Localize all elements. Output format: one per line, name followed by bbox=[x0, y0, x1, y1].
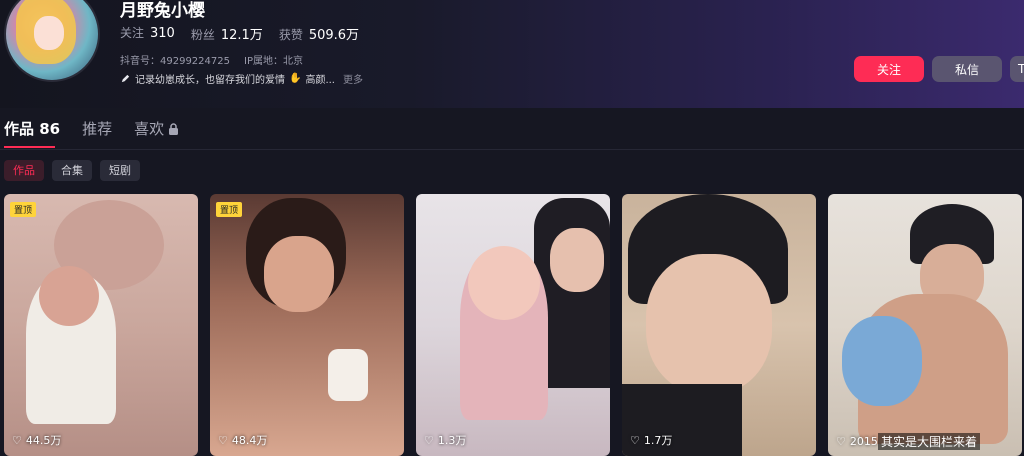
tab-recommend[interactable]: 推荐 bbox=[82, 118, 112, 139]
video-likes: ♡ 44.5万 bbox=[12, 433, 62, 448]
heart-icon: ♡ bbox=[630, 433, 640, 447]
tab-works[interactable]: 作品 86 bbox=[4, 118, 60, 139]
tab-active-underline bbox=[4, 146, 55, 148]
video-likes: ♡ 48.4万 bbox=[218, 433, 268, 448]
heart-hands-icon: ✋ bbox=[289, 73, 302, 84]
thumbnail-man-face bbox=[550, 228, 604, 292]
thumbnail-face bbox=[646, 254, 772, 394]
profile-bio: 记录幼崽成长，也留存我们的爱情 ✋ 高颜... 更多 bbox=[120, 71, 363, 86]
filter-works[interactable]: 作品 bbox=[4, 160, 44, 181]
heart-icon: ♡ bbox=[836, 435, 846, 448]
thumbnail-baby bbox=[842, 316, 922, 406]
bio-text: 记录幼崽成长，也留存我们的爱情 bbox=[135, 75, 285, 86]
thumbnail-person-face bbox=[264, 236, 334, 312]
thumbnail-bottle bbox=[328, 349, 368, 401]
filter-chips: 作品 合集 短剧 bbox=[4, 160, 140, 181]
video-likes: ♡ 1.3万 bbox=[424, 433, 467, 448]
thumbnail-baby-head bbox=[39, 266, 99, 326]
follow-button[interactable]: 关注 bbox=[854, 56, 924, 82]
video-likes: ♡ 2015 bbox=[836, 435, 878, 448]
message-button[interactable]: 私信 bbox=[932, 56, 1002, 82]
douyin-id: 抖音号：49299224725 bbox=[120, 56, 230, 67]
stat-likes: 获赞 509.6万 bbox=[278, 28, 360, 43]
profile-stats: 关注 310 粉丝 12.1万 获赞 509.6万 bbox=[120, 24, 359, 43]
video-likes: ♡ 1.7万 bbox=[630, 433, 673, 448]
more-actions-button[interactable]: T bbox=[1010, 56, 1024, 82]
video-card[interactable]: 其实是大围栏来着 ♡ 2015 bbox=[828, 194, 1022, 456]
profile-meta: 抖音号：49299224725 IP属地：北京 bbox=[120, 52, 303, 67]
profile-name: 月野兔小樱 bbox=[120, 1, 205, 21]
bio-suffix: 高颜... bbox=[305, 75, 335, 86]
bio-more-link[interactable]: 更多 bbox=[343, 71, 363, 86]
avatar-face bbox=[34, 16, 64, 50]
tabs-divider bbox=[0, 149, 1024, 150]
ip-location: IP属地：北京 bbox=[244, 56, 303, 67]
thumbnail-baby-face bbox=[468, 246, 540, 320]
profile-tabs: 作品 86 推荐 喜欢 bbox=[4, 118, 179, 139]
stat-followers[interactable]: 粉丝 12.1万 bbox=[191, 24, 263, 43]
pinned-badge: 置顶 bbox=[216, 202, 243, 217]
filter-short-dramas[interactable]: 短剧 bbox=[100, 160, 140, 181]
tab-likes-label: 喜欢 bbox=[134, 120, 165, 138]
video-caption: 其实是大围栏来着 bbox=[878, 433, 981, 450]
lock-icon bbox=[169, 122, 179, 135]
heart-icon: ♡ bbox=[12, 433, 22, 447]
pencil-icon bbox=[121, 74, 130, 83]
video-card[interactable]: 置顶 ♡ 48.4万 bbox=[210, 194, 404, 456]
tab-likes[interactable]: 喜欢 bbox=[134, 118, 179, 139]
video-card[interactable]: ♡ 1.3万 bbox=[416, 194, 610, 456]
video-card[interactable]: 置顶 ♡ 44.5万 bbox=[4, 194, 198, 456]
video-card[interactable]: ♡ 1.7万 bbox=[622, 194, 816, 456]
pinned-badge: 置顶 bbox=[10, 202, 37, 217]
filter-collections[interactable]: 合集 bbox=[52, 160, 92, 181]
video-grid: 置顶 ♡ 44.5万 置顶 ♡ 48.4万 ♡ 1.3万 ♡ 1.7万 其实是大围栏来着… bbox=[4, 194, 1022, 456]
heart-icon: ♡ bbox=[218, 433, 228, 447]
stat-following[interactable]: 关注 310 bbox=[120, 24, 175, 43]
heart-icon: ♡ bbox=[424, 433, 434, 447]
